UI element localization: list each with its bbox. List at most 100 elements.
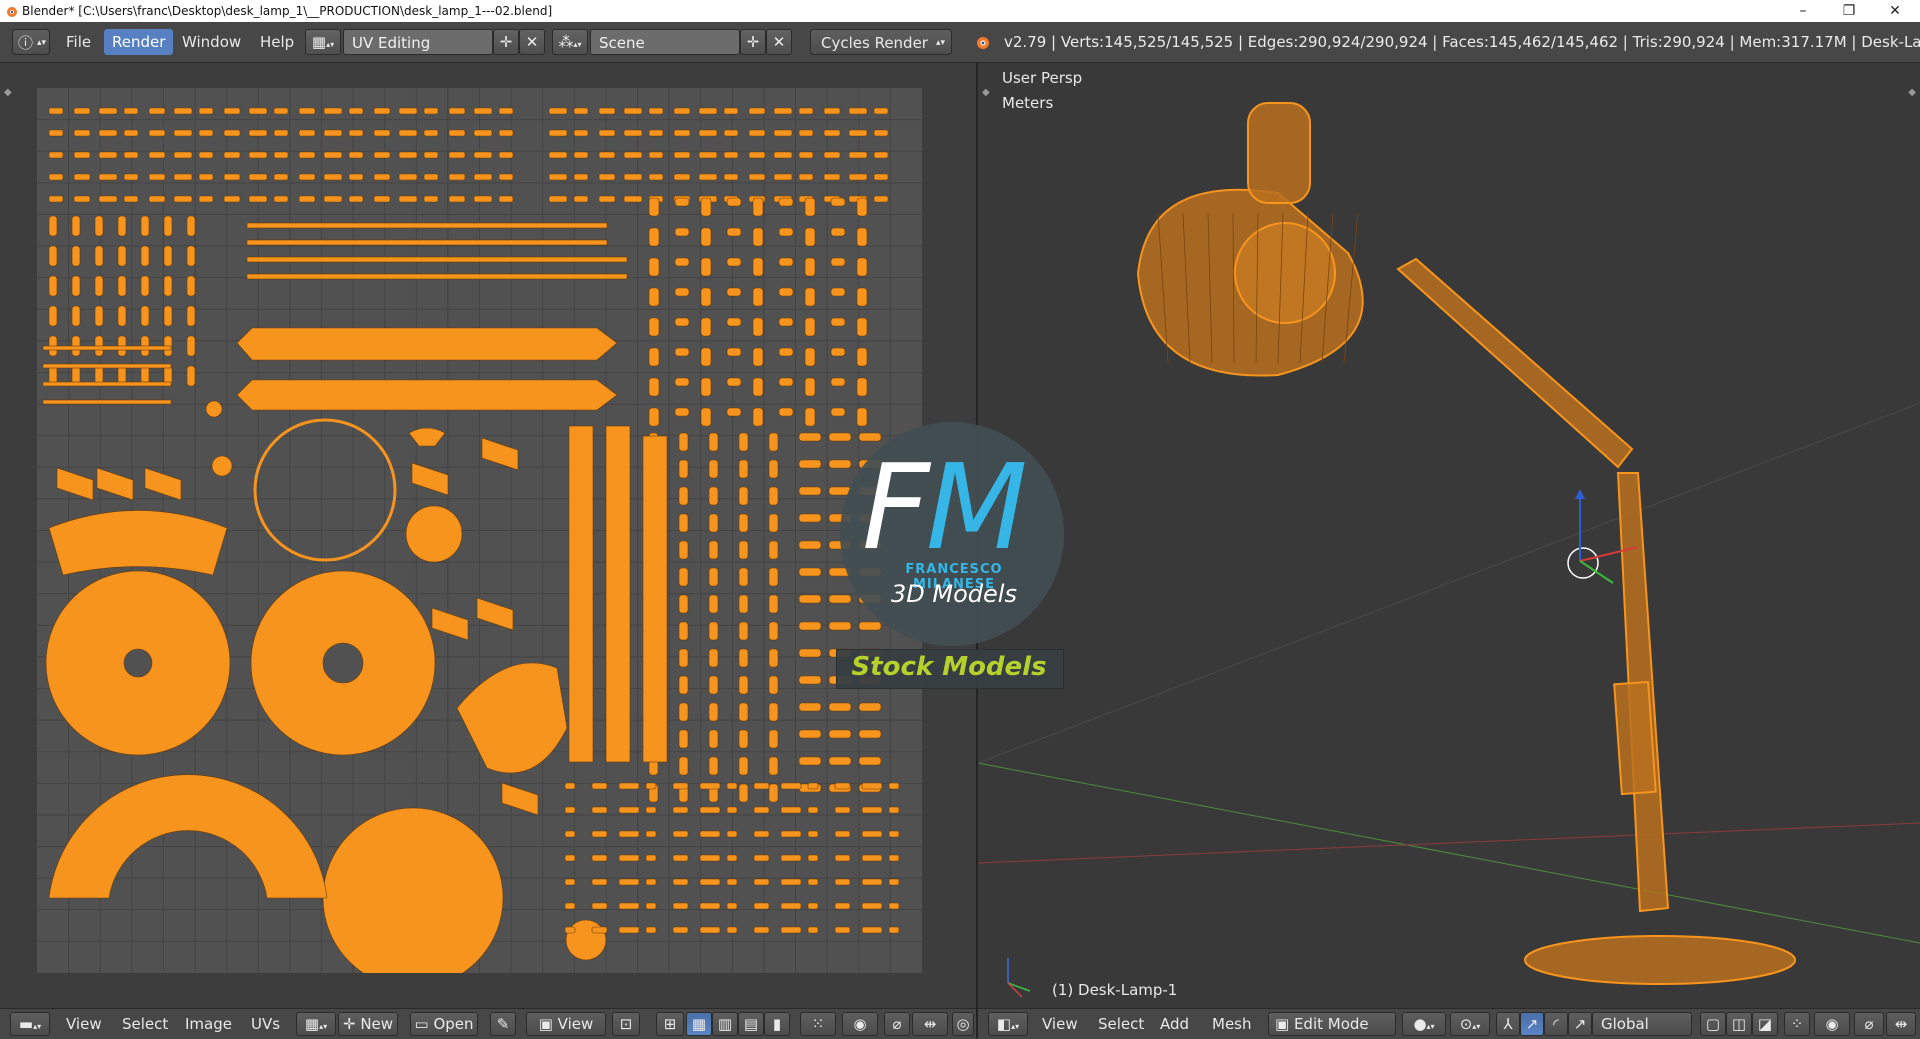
vp-menu-mesh[interactable]: Mesh [1212, 1015, 1252, 1033]
uv-island [873, 195, 889, 203]
minimize-button[interactable]: – [1780, 0, 1826, 22]
menu-file[interactable]: File [58, 29, 99, 55]
uv-island [198, 195, 214, 203]
uv-island [678, 459, 689, 479]
select-edge-mode-icon[interactable]: ◫ [1726, 1012, 1752, 1036]
region-expand-icon[interactable]: ◆ [982, 87, 990, 98]
uv-island [246, 273, 628, 280]
view-mode-dropdown[interactable]: ▣ View [526, 1012, 606, 1036]
editor-type-3d-icon[interactable]: ◧▴▾ [988, 1012, 1028, 1036]
rotate-manipulator-icon[interactable]: ◜ [1544, 1012, 1568, 1036]
select-vertex-mode-icon[interactable]: ▢ [1700, 1012, 1726, 1036]
uv-island [498, 107, 514, 115]
uv-island [564, 926, 576, 934]
restore-button[interactable]: ❐ [1826, 0, 1872, 22]
uv-island [748, 129, 766, 137]
uv-menu-image[interactable]: Image [185, 1015, 232, 1033]
uv-island [798, 107, 814, 115]
render-engine-dropdown[interactable]: Cycles Render ▴▾ [810, 29, 952, 55]
scene-field[interactable]: Scene [590, 29, 740, 55]
uv-island [752, 407, 764, 427]
vp-menu-select[interactable]: Select [1098, 1015, 1144, 1033]
vp-menu-view[interactable]: View [1042, 1015, 1078, 1033]
sticky-select-icon[interactable]: ⊞ [656, 1012, 684, 1036]
screen-layout-field[interactable]: UV Editing [343, 29, 493, 55]
pivot-icon[interactable]: ⊡ [612, 1012, 640, 1036]
pin-icon[interactable]: ✎ [490, 1012, 516, 1036]
vp-menu-add[interactable]: Add [1160, 1015, 1189, 1033]
uv-island [398, 195, 418, 203]
uv-disc [405, 505, 463, 563]
uv-island [618, 926, 640, 934]
uv-island [673, 107, 691, 115]
window-titlebar: Blender* [C:\Users\franc\Desktop\desk_la… [0, 0, 1920, 22]
uv-island [804, 197, 816, 217]
close-window-button[interactable]: ✕ [1872, 0, 1918, 22]
uv-island [674, 287, 690, 297]
proportional-edit-icon[interactable]: ◉ [842, 1012, 878, 1036]
uv-island [861, 830, 883, 838]
snap-icon[interactable]: ⌀ [1854, 1012, 1884, 1036]
render-preview-icon[interactable]: ◎ [952, 1012, 974, 1036]
menu-help[interactable]: Help [252, 29, 302, 55]
interaction-mode-dropdown[interactable]: ▣ Edit Mode [1268, 1012, 1396, 1036]
uv-island [856, 347, 868, 367]
uv-island [298, 129, 316, 137]
select-vertex-icon[interactable]: ▦ [686, 1012, 712, 1036]
uv-island [726, 197, 742, 207]
uv-island [672, 902, 689, 910]
add-scene-icon[interactable]: ✛ [740, 29, 766, 55]
3d-viewport[interactable]: ◆ ◆ User Persp Meters (1) Desk-Lamp-1 [978, 63, 1920, 1008]
open-image-button[interactable]: ▭ Open [410, 1012, 478, 1036]
uv-menu-uvs[interactable]: UVs [251, 1015, 280, 1033]
uv-island [858, 702, 882, 712]
limit-selection-icon[interactable]: ⁘ [1784, 1012, 1810, 1036]
scene-icon[interactable]: ⁂▴▾ [552, 29, 588, 55]
uv-channels-icon[interactable]: ⇹ [912, 1012, 948, 1036]
uv-island [848, 129, 868, 137]
view-name-label: User Persp [1002, 69, 1083, 87]
screen-layout-icon[interactable]: ▦▴▾ [305, 29, 341, 55]
uv-island [726, 830, 738, 838]
translate-manipulator-icon[interactable]: ↗ [1520, 1012, 1544, 1036]
viewport-canvas[interactable] [978, 63, 1920, 1008]
uv-island [768, 567, 779, 587]
image-browse-icon[interactable]: ▦▴▾ [296, 1012, 336, 1036]
manipulator-toggle-icon[interactable]: ⅄ [1496, 1012, 1520, 1036]
snap-target-icon[interactable]: ⇹ [1886, 1012, 1916, 1036]
uv-island [798, 756, 822, 766]
snap-element-icon[interactable]: ⁙ [800, 1012, 836, 1036]
proportional-editing-icon[interactable]: ◉ [1814, 1012, 1850, 1036]
uv-menu-view[interactable]: View [66, 1015, 102, 1033]
select-edge-icon[interactable]: ▥ [712, 1012, 738, 1036]
menu-render[interactable]: Render [104, 29, 174, 55]
menu-window[interactable]: Window [174, 29, 249, 55]
region-expand-icon[interactable]: ◆ [4, 87, 12, 98]
region-expand-icon[interactable]: ◆ [1908, 87, 1916, 98]
remove-scene-icon[interactable]: ✕ [766, 29, 792, 55]
uv-canvas[interactable] [37, 88, 922, 973]
uv-island [42, 381, 172, 387]
uv-island [123, 195, 139, 203]
uv-island [423, 107, 439, 115]
editor-type-image-icon[interactable]: ▬▴▾ [10, 1012, 50, 1036]
pivot-point-icon[interactable]: ⊙▴▾ [1450, 1012, 1490, 1036]
scale-manipulator-icon[interactable]: ↗ [1568, 1012, 1592, 1036]
uv-menu-select[interactable]: Select [122, 1015, 168, 1033]
select-island-icon[interactable]: ▮ [764, 1012, 790, 1036]
transform-orientation-dropdown[interactable]: Global [1592, 1012, 1692, 1036]
uv-island [548, 107, 568, 115]
uv-island [780, 854, 802, 862]
uv-image-editor[interactable]: ◆ [0, 63, 976, 1008]
add-screen-icon[interactable]: ✛ [493, 29, 519, 55]
uv-island [778, 257, 794, 267]
blender-logo-icon [7, 7, 17, 17]
uv-sync-icon[interactable]: ⌀ [884, 1012, 910, 1036]
editor-type-info-button[interactable]: ⓘ ▴▾ [12, 29, 50, 55]
uv-island [678, 567, 689, 587]
new-image-button[interactable]: ✛ New [338, 1012, 398, 1036]
select-face-icon[interactable]: ▤ [738, 1012, 764, 1036]
viewport-shading-icon[interactable]: ●▴▾ [1402, 1012, 1446, 1036]
select-face-mode-icon[interactable]: ◪ [1752, 1012, 1778, 1036]
remove-screen-icon[interactable]: ✕ [519, 29, 545, 55]
